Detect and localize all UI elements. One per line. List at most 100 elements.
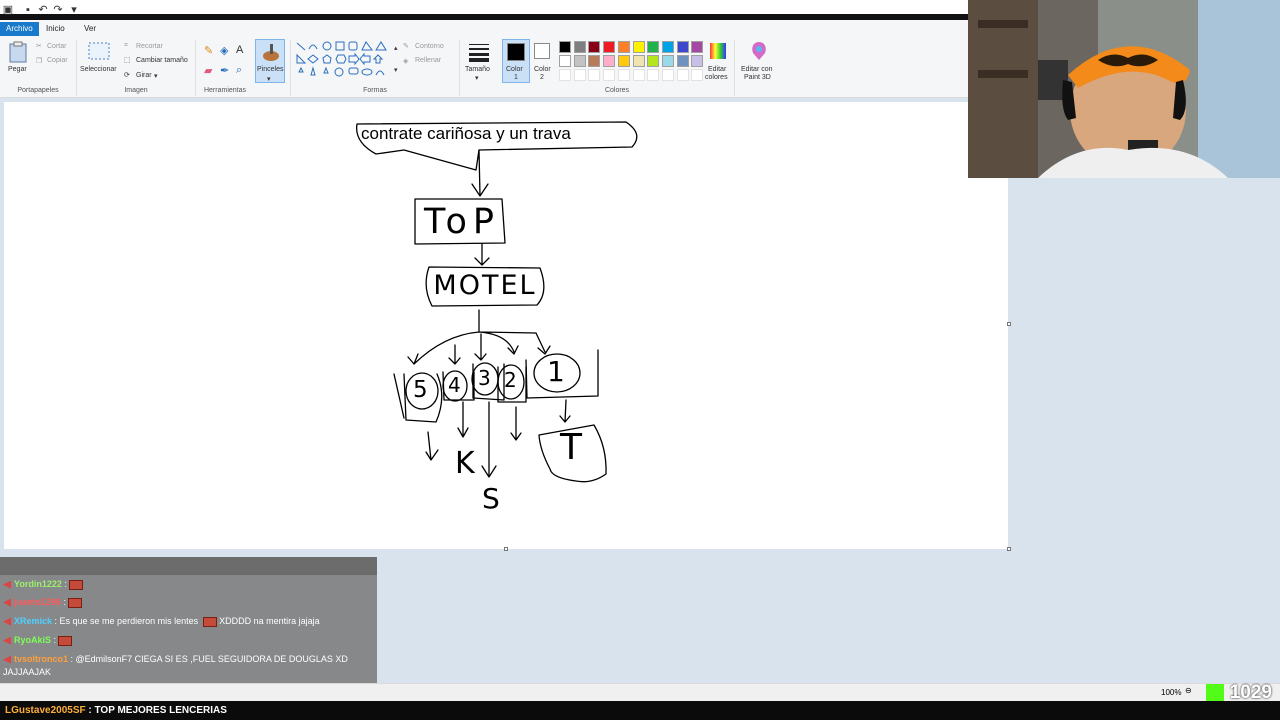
rotate-button[interactable]: Girar [136, 72, 152, 79]
palette-swatch[interactable] [647, 41, 660, 53]
edit-colors-button[interactable]: Editar [708, 66, 726, 73]
palette-swatch[interactable] [691, 41, 704, 53]
palette-swatch[interactable] [661, 41, 674, 53]
palette-empty-swatch[interactable] [676, 69, 689, 81]
kick-logo-icon [1205, 683, 1224, 702]
palette-swatch[interactable] [603, 41, 616, 53]
palette-swatch[interactable] [588, 41, 601, 53]
pencil-icon[interactable]: ✎ [204, 44, 213, 57]
palette-swatch[interactable] [573, 55, 586, 67]
paste-button[interactable]: Pegar [8, 66, 27, 73]
left-bracket [393, 373, 405, 419]
redo-icon[interactable]: ↷ [52, 4, 64, 16]
palette-empty-swatch[interactable] [691, 69, 704, 81]
select-icon[interactable] [88, 42, 110, 62]
color2-swatch[interactable] [534, 43, 550, 59]
palette-empty-swatch[interactable] [661, 69, 674, 81]
canvas-resize-handle-bottom[interactable] [504, 547, 508, 551]
color-picker-icon[interactable]: ✒ [220, 64, 229, 77]
palette-empty-swatch[interactable] [647, 69, 660, 81]
undo-icon[interactable]: ↶ [37, 4, 49, 16]
zoom-out-icon[interactable]: ⊖ [1185, 686, 1192, 695]
canvas-resize-handle-corner[interactable] [1007, 547, 1011, 551]
color1-button[interactable]: Color 1 [502, 39, 530, 83]
palette-swatch[interactable] [676, 55, 689, 67]
crop-icon: ⌗ [124, 42, 128, 49]
palette-swatch[interactable] [573, 41, 586, 53]
magnifier-icon[interactable]: ⌕ [236, 64, 242, 77]
palette-swatch[interactable] [617, 41, 630, 53]
rotate-dropdown-icon[interactable]: ▾ [154, 72, 158, 80]
viewer-count: 1029 [1229, 682, 1272, 703]
color2-number: 2 [540, 74, 544, 81]
divider [290, 40, 291, 96]
status-bar: 100% ⊖ [0, 683, 1280, 701]
chat-username: XRemick [14, 616, 53, 626]
size-icon[interactable] [468, 42, 490, 62]
menu-ver[interactable]: Ver [78, 22, 102, 36]
drawing-canvas[interactable]: contrate cariñosa y un trava ToP MOTEL 5… [4, 102, 1008, 549]
crop-button[interactable]: Recortar [136, 43, 163, 50]
eraser-icon[interactable]: ▰ [204, 64, 212, 77]
palette-empty-swatch[interactable] [632, 69, 645, 81]
resize-button[interactable]: Cambiar tamaño [136, 57, 188, 64]
chat-emote-icon [68, 579, 83, 590]
chat-text: XDDDD na mentira jajaja [216, 616, 320, 626]
palette-swatch[interactable] [617, 55, 630, 67]
palette-swatch[interactable] [647, 55, 660, 67]
shapes-expand-icon[interactable]: ▾ [394, 66, 398, 74]
rotate-icon: ⟳ [124, 72, 130, 79]
paint3d-icon[interactable] [750, 41, 768, 61]
palette-swatch[interactable] [559, 41, 571, 53]
paint3d-button[interactable]: Editar con [741, 66, 773, 73]
size-dropdown-icon[interactable]: ▾ [475, 74, 479, 82]
paste-icon[interactable] [9, 41, 27, 63]
palette-swatch[interactable] [559, 55, 571, 67]
chat-username: tvsoltronco1 [14, 654, 69, 664]
chat-username: Yordin1222 [14, 579, 62, 589]
palette-empty-swatch[interactable] [617, 69, 630, 81]
chat-badge-icon [3, 598, 11, 607]
palette-empty-swatch[interactable] [573, 69, 586, 81]
palette-swatch[interactable] [661, 55, 674, 67]
cut-scissors-icon: ✂ [36, 43, 42, 50]
menu-archivo[interactable]: Archivo [0, 22, 39, 36]
palette-empty-swatch[interactable] [603, 69, 616, 81]
brushes-dropdown-icon: ▾ [267, 76, 271, 83]
palette-swatch[interactable] [632, 41, 645, 53]
chat-message: tvsoltronco1 : @EdmilsonF7 CIEGA SI ES ,… [3, 653, 375, 679]
copy-button[interactable]: Copiar [47, 57, 68, 64]
shapes-gallery[interactable] [296, 41, 396, 83]
brushes-button[interactable]: Pinceles ▾ [255, 39, 285, 83]
fill-bucket-icon[interactable]: ◈ [220, 44, 228, 57]
palette-empty-swatch[interactable] [559, 69, 571, 81]
save-icon[interactable]: ▪ [22, 4, 34, 16]
outline-button[interactable]: Contorno [415, 43, 444, 50]
palette-empty-swatch[interactable] [588, 69, 601, 81]
palette-swatch[interactable] [691, 55, 704, 67]
edit-colors-icon[interactable] [709, 42, 727, 60]
webcam-overlay [968, 0, 1280, 178]
size-button[interactable]: Tamaño [465, 66, 490, 73]
highlight-username: LGustave2005SF [5, 705, 86, 716]
menu-inicio[interactable]: Inicio [40, 22, 71, 36]
zoom-level: 100% [1161, 688, 1182, 697]
letter-s: S [482, 482, 500, 515]
color2-label[interactable]: Color [534, 66, 551, 73]
chat-badge-icon [3, 636, 11, 645]
shapes-scroll-up-icon[interactable]: ▴ [394, 44, 398, 52]
quick-access-dropdown-icon[interactable]: ▾ [68, 4, 80, 16]
streamer-camera-image [968, 0, 1280, 178]
palette-swatch[interactable] [588, 55, 601, 67]
select-button[interactable]: Seleccionar [80, 66, 117, 73]
cut-button[interactable]: Cortar [47, 43, 66, 50]
circle-label-4: 4 [448, 373, 461, 397]
text-tool-icon[interactable]: A [236, 44, 243, 56]
fill-button[interactable]: Rellenar [415, 57, 441, 64]
brush-icon [263, 44, 279, 61]
palette-swatch[interactable] [676, 41, 689, 53]
highlight-text: : TOP MEJORES LENCERIAS [85, 705, 227, 716]
palette-swatch[interactable] [632, 55, 645, 67]
canvas-resize-handle-right[interactable] [1007, 322, 1011, 326]
palette-swatch[interactable] [603, 55, 616, 67]
